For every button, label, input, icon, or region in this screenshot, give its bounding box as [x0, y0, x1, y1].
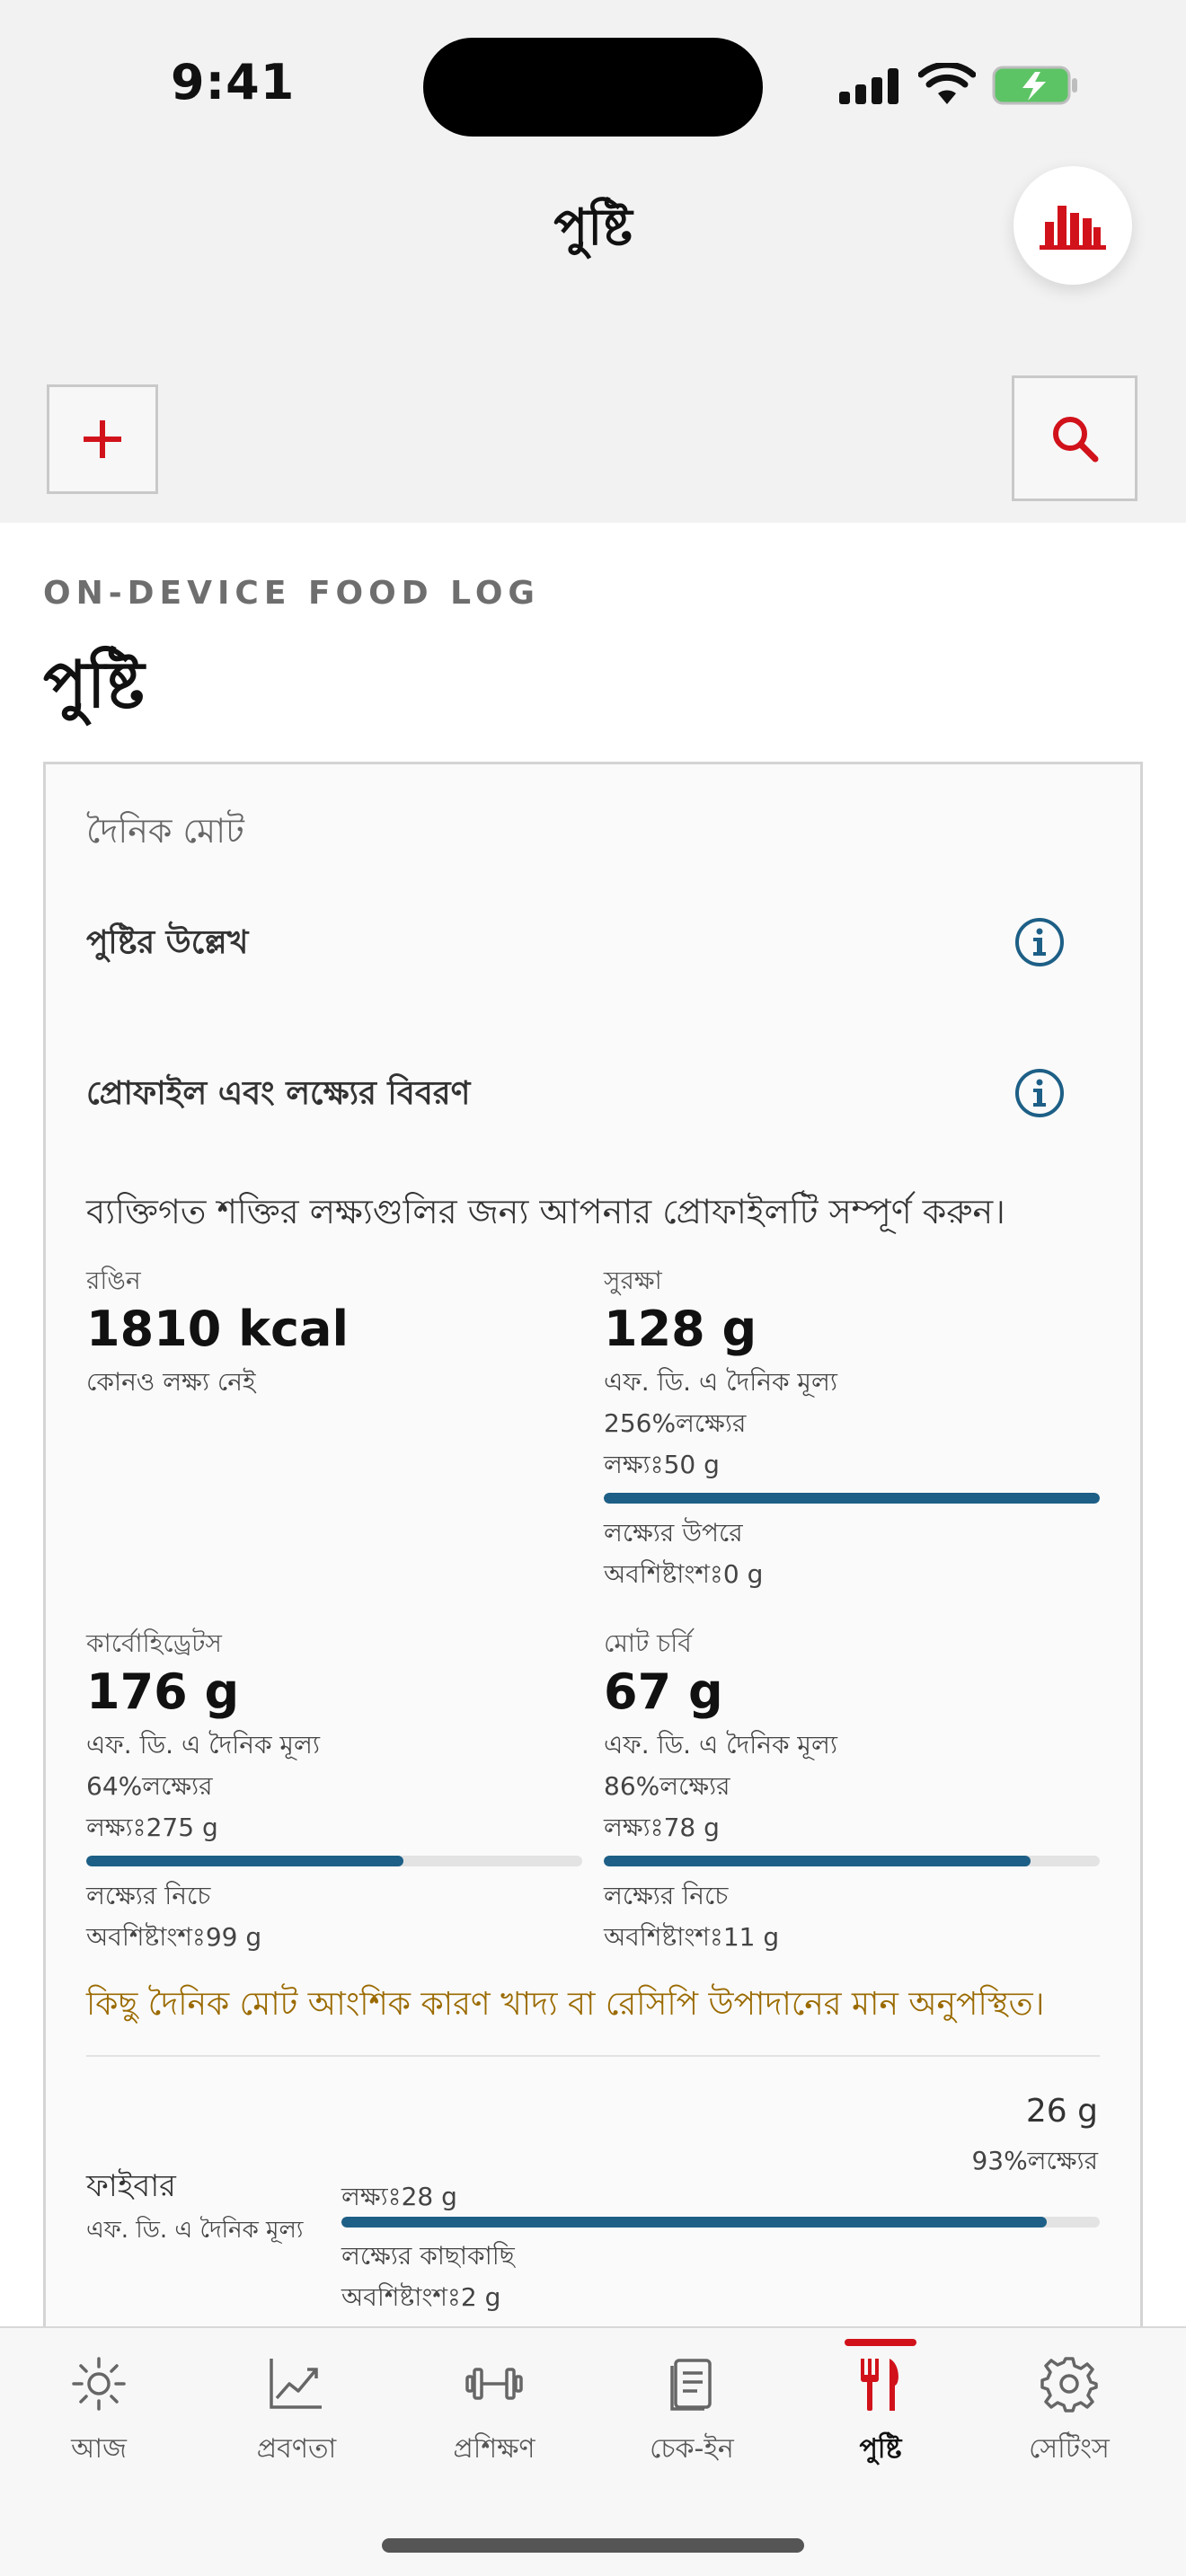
page-title: পুষ্টি [43, 647, 145, 722]
tab-label: পুষ্টি [859, 2433, 902, 2465]
metric-value: 67 g [604, 1663, 723, 1720]
eyebrow-label: ON-DEVICE FOOD LOG [43, 575, 540, 612]
fiber-progress-bar [341, 2217, 1100, 2228]
gear-icon [1040, 2357, 1098, 2413]
fat-metric: মোট চর্বি 67 g এফ. ডি. এ দৈনিক মূল্য 86%… [604, 1624, 1107, 1958]
add-food-button[interactable] [47, 384, 158, 494]
stats-button[interactable] [1013, 166, 1132, 285]
fiber-dv: এফ. ডি. এ দৈনিক মূল্য [86, 2217, 304, 2244]
tab-checkin[interactable]: চেক-ইন [593, 2328, 791, 2508]
metric-target: লক্ষ্যঃ78 g [604, 1813, 720, 1842]
metric-target: লক্ষ্যঃ50 g [604, 1450, 720, 1479]
dynamic-island [423, 38, 763, 137]
fiber-status: লক্ষ্যের কাছাকাছি [341, 2241, 515, 2271]
tab-label: প্রবণতা [256, 2433, 337, 2465]
metric-label: মোট চর্বি [604, 1628, 692, 1658]
card-heading: দৈনিক মোট [86, 811, 244, 851]
metric-remaining: অবশিষ্টাংশঃ99 g [86, 1922, 262, 1952]
partial-data-warning: কিছু দৈনিক মোট আংশিক কারণ খাদ্য বা রেসিপ… [86, 1986, 1045, 2023]
wifi-icon [918, 63, 976, 104]
header-title: পুষ্টি [553, 198, 633, 257]
tab-training[interactable]: প্রশিক্ষণ [395, 2328, 593, 2508]
carbs-metric: কার্বোহিড্রেটস 176 g এফ. ডি. এ দৈনিক মূল… [86, 1624, 589, 1958]
metric-status: লক্ষ্যের নিচে [86, 1881, 211, 1910]
tab-label: সেটিংস [1029, 2433, 1110, 2465]
progress-fill [604, 1856, 1031, 1866]
progress-bar [604, 1493, 1100, 1504]
protein-metric: সুরক্ষা 128 g এফ. ডি. এ দৈনিক মূল্য 256%… [604, 1261, 1107, 1595]
metric-dv: এফ. ডি. এ দৈনিক মূল্য [604, 1367, 837, 1397]
sun-icon [72, 2357, 126, 2411]
metric-status: লক্ষ্যের উপরে [604, 1518, 743, 1548]
info-icon[interactable] [1013, 1067, 1066, 1119]
progress-bar [86, 1856, 582, 1866]
metric-percent: 256%লক্ষ্যের [604, 1408, 747, 1438]
fiber-target: লক্ষ্যঃ28 g [341, 2182, 457, 2211]
progress-fill [86, 1856, 404, 1866]
battery-charging-icon [992, 66, 1077, 105]
energy-metric: রঙিন 1810 kcal কোনও লক্ষ্য নেই [86, 1261, 589, 1403]
profile-goals-label[interactable]: প্রোফাইল এবং লক্ষ্যের বিবরণ [86, 1069, 470, 1123]
metric-dv: এফ. ডি. এ দৈনিক মূল্য [86, 1730, 320, 1760]
metric-remaining: অবশিষ্টাংশঃ0 g [604, 1559, 764, 1589]
clipboard-icon [670, 2359, 712, 2411]
fiber-amount: 26 g [1025, 2093, 1098, 2130]
tab-nutrition[interactable]: পুষ্টি [782, 2328, 979, 2508]
search-button[interactable] [1012, 375, 1137, 501]
fiber-remaining: অবশিষ্টাংশঃ2 g [341, 2282, 501, 2312]
metric-remaining: অবশিষ্টাংশঃ11 g [604, 1922, 780, 1952]
metric-value: 1810 kcal [86, 1301, 349, 1357]
dumbbell-icon [465, 2368, 523, 2400]
metric-note: কোনও লক্ষ্য নেই [86, 1367, 256, 1397]
metric-label: সুরক্ষা [604, 1266, 662, 1295]
fiber-percent: 93%লক্ষ্যের [971, 2146, 1098, 2175]
tab-settings[interactable]: সেটিংস [970, 2328, 1168, 2508]
metric-dv: এফ. ডি. এ দৈনিক মূল্য [604, 1730, 837, 1760]
home-indicator [382, 2538, 804, 2553]
metric-target: লক্ষ্যঃ275 g [86, 1813, 218, 1842]
tab-trends[interactable]: প্রবণতা [198, 2328, 395, 2508]
metric-percent: 86%লক্ষ্যের [604, 1771, 730, 1801]
info-icon[interactable] [1013, 916, 1066, 968]
metric-value: 176 g [86, 1663, 240, 1720]
nutrition-reference-label[interactable]: পুষ্টির উল্লেখ [86, 918, 248, 972]
active-tab-indicator [845, 2339, 916, 2346]
profile-note[interactable]: ব্যক্তিগত শক্তির লক্ষ্যগুলির জন্য আপনার … [86, 1186, 1005, 1243]
metric-value: 128 g [604, 1301, 757, 1357]
plus-icon [84, 420, 121, 458]
tab-label: আজ [71, 2433, 127, 2465]
fiber-label: ফাইবার [86, 2168, 176, 2204]
tab-label: চেক-ইন [650, 2433, 734, 2465]
progress-fill [341, 2217, 1047, 2228]
metric-percent: 64%লক্ষ্যের [86, 1771, 213, 1801]
divider [86, 2055, 1100, 2057]
progress-bar [604, 1856, 1100, 1866]
metric-status: লক্ষ্যের নিচে [604, 1881, 729, 1910]
trend-icon [270, 2359, 322, 2409]
status-time: 9:41 [171, 54, 296, 110]
search-icon [1053, 417, 1099, 463]
metric-label: রঙিন [86, 1266, 141, 1295]
cellular-signal-icon [839, 68, 902, 104]
bar-chart-icon [1040, 206, 1106, 250]
metric-label: কার্বোহিড্রেটস [86, 1628, 222, 1658]
progress-fill [604, 1493, 1100, 1504]
tab-today[interactable]: আজ [0, 2328, 198, 2508]
tab-label: প্রশিক্ষণ [453, 2433, 535, 2465]
fork-knife-icon [861, 2359, 898, 2411]
